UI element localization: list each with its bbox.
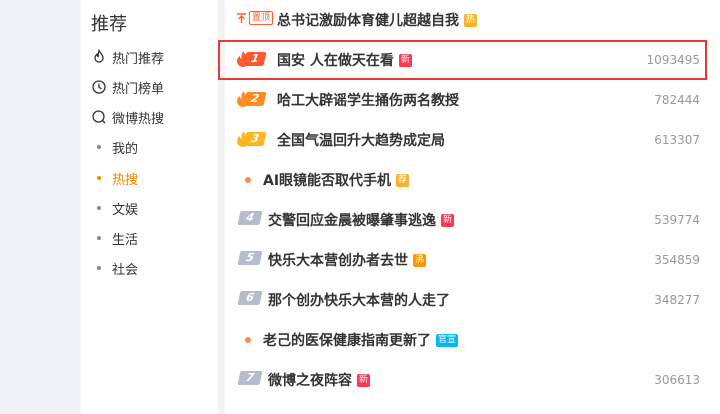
- rank-marker: 7: [237, 371, 263, 385]
- promoted-dot-icon: [245, 337, 251, 343]
- topic-row-title: 老己的医保健康指南更新了 官宣: [263, 330, 459, 350]
- topic-title: 全国气温回升大趋势成定局: [277, 133, 445, 149]
- nav-hot-ranking[interactable]: 热门榜单: [91, 75, 164, 99]
- topic-title: AI眼镜能否取代手机: [263, 173, 392, 189]
- list-item-official[interactable]: 老己的医保健康指南更新了 官宣: [225, 322, 720, 358]
- pinned-title: 总书记激励体育健儿超越自我 热: [277, 10, 478, 30]
- flame-outline-icon: [94, 49, 104, 63]
- bullet-dot-icon: [97, 266, 101, 270]
- highlight-box: [218, 40, 707, 80]
- list-item[interactable]: 7 微博之夜阵容 新 306613: [225, 362, 720, 398]
- heat-count: 539774: [654, 213, 700, 227]
- sub-item-life[interactable]: 生活: [91, 227, 138, 249]
- clock-outline-icon: [92, 80, 106, 94]
- sub-item-hot-search[interactable]: 热搜: [91, 167, 138, 189]
- bullet-dot-icon: [97, 145, 101, 149]
- topic-row-title: 那个创办快乐大本营的人走了: [268, 290, 450, 310]
- sidebar: 推荐 热门推荐 热门榜单 微博热搜 我的 热搜 文娱 生活 社会: [81, 0, 218, 414]
- topic-row-title: AI眼镜能否取代手机 荐: [263, 170, 410, 190]
- heat-count: 782444: [654, 93, 700, 107]
- pin-label: 置顶: [249, 11, 274, 25]
- rank-marker: 3: [237, 131, 267, 147]
- sub-item-entertainment[interactable]: 文娱: [91, 197, 138, 219]
- rank-number: 5: [237, 251, 263, 265]
- rank-marker: [237, 177, 251, 183]
- rank-marker: 5: [237, 251, 263, 265]
- nav-label: 微博热搜: [112, 111, 165, 127]
- topic-title: 快乐大本营创办者去世: [268, 253, 408, 269]
- rank-number: 7: [237, 371, 263, 385]
- rank-marker: 6: [237, 291, 263, 305]
- pin-icon: [237, 13, 246, 23]
- sub-item-label: 我的: [112, 141, 139, 157]
- topic-title: 总书记激励体育健儿超越自我: [277, 13, 459, 29]
- topic-row-title: 交警回应金晨被曝肇事逃逸 新: [268, 210, 455, 230]
- hot-badge: 热: [464, 13, 478, 27]
- heat-count: 306613: [654, 373, 700, 387]
- topic-title: 那个创办快乐大本营的人走了: [268, 293, 450, 309]
- rank-number: 6: [237, 291, 263, 305]
- topic-title: 交警回应金晨被曝肇事逃逸: [268, 213, 436, 229]
- official-badge: 官宣: [436, 333, 459, 347]
- sub-item-mine[interactable]: 我的: [91, 136, 138, 158]
- boiling-badge: 沸: [413, 253, 427, 267]
- list-item[interactable]: 4 交警回应金晨被曝肇事逃逸 新 539774: [225, 202, 720, 238]
- heat-count: 613307: [654, 133, 700, 147]
- topic-row-title: 快乐大本营创办者去世 沸: [268, 250, 427, 270]
- bullet-dot-icon: [97, 206, 101, 210]
- sub-item-label: 社会: [112, 262, 139, 278]
- sub-item-label: 文娱: [112, 202, 139, 218]
- search-outline-icon: [92, 110, 106, 124]
- flame-icon: [237, 131, 249, 147]
- bullet-dot-icon: [97, 236, 101, 240]
- list-item[interactable]: 3 全国气温回升大趋势成定局 613307: [225, 122, 720, 158]
- new-badge: 新: [357, 373, 371, 387]
- sub-item-label: 热搜: [112, 172, 139, 188]
- heat-count: 348277: [654, 293, 700, 307]
- topic-title: 哈工大辟谣学生捅伤两名教授: [277, 93, 459, 109]
- sub-item-label: 生活: [112, 232, 139, 248]
- list-item[interactable]: 5 快乐大本营创办者去世 沸 354859: [225, 242, 720, 278]
- rank-marker: 2: [237, 91, 267, 107]
- rank-marker: [237, 337, 251, 343]
- sub-item-society[interactable]: 社会: [91, 257, 138, 279]
- nav-weibo-hot-search[interactable]: 微博热搜: [91, 105, 164, 129]
- list-item-pinned[interactable]: 置顶 总书记激励体育健儿超越自我 热: [225, 2, 720, 38]
- nav-label: 热门推荐: [112, 51, 165, 67]
- topic-title: 老己的医保健康指南更新了: [263, 333, 431, 349]
- list-item-promoted[interactable]: AI眼镜能否取代手机 荐: [225, 162, 720, 198]
- nav-label: 热门榜单: [112, 81, 165, 97]
- flame-icon: [237, 51, 249, 67]
- flame-icon: [237, 91, 249, 107]
- topic-title: 微博之夜阵容: [268, 373, 352, 389]
- promoted-dot-icon: [245, 177, 251, 183]
- bullet-dot-icon: [97, 176, 101, 180]
- pin-marker: 置顶: [237, 11, 274, 25]
- new-badge: 新: [441, 213, 455, 227]
- recommend-badge: 荐: [396, 173, 410, 187]
- heat-count: 354859: [654, 253, 700, 267]
- list-item[interactable]: 2 哈工大辟谣学生捅伤两名教授 782444: [225, 82, 720, 118]
- nav-hot-recommend[interactable]: 热门推荐: [91, 45, 164, 69]
- topic-row-title: 微博之夜阵容 新: [268, 370, 371, 390]
- topic-row-title: 全国气温回升大趋势成定局: [277, 130, 445, 150]
- rank-marker: 4: [237, 211, 263, 225]
- sidebar-title: 推荐: [91, 14, 127, 35]
- topic-row-title: 哈工大辟谣学生捅伤两名教授: [277, 90, 459, 110]
- list-item[interactable]: 6 那个创办快乐大本营的人走了 348277: [225, 282, 720, 318]
- rank-number: 4: [237, 211, 263, 225]
